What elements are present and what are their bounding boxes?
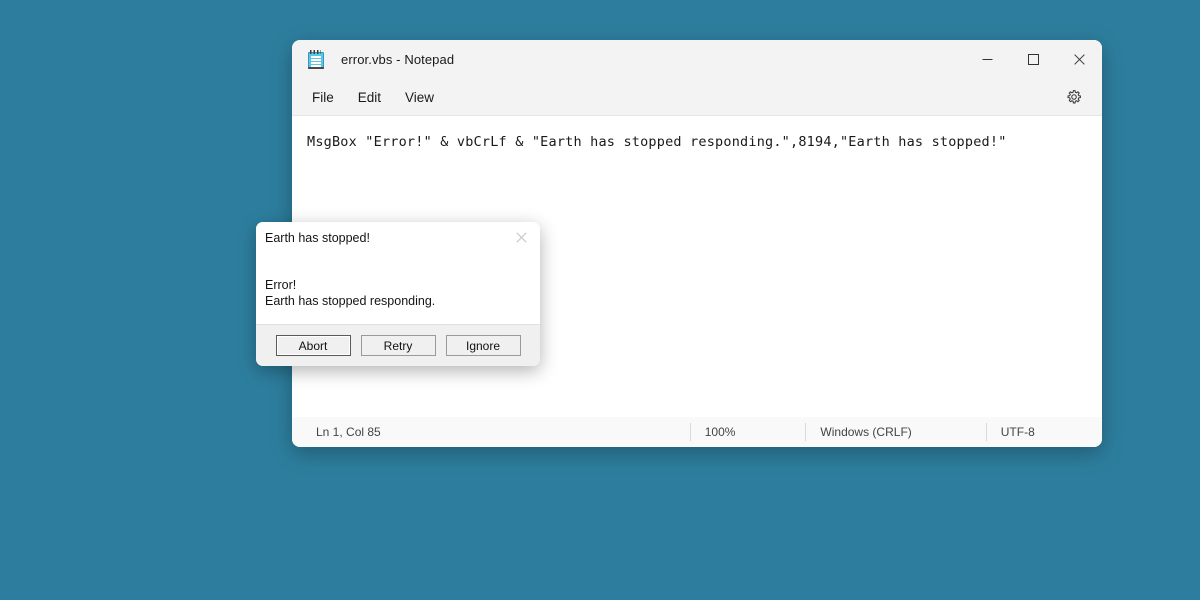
editor-content: MsgBox "Error!" & vbCrLf & "Earth has st… [307, 134, 1007, 150]
abort-button[interactable]: Abort [275, 335, 351, 356]
maximize-icon [1027, 54, 1039, 65]
message-dialog: Earth has stopped! Error! Earth has stop… [256, 222, 540, 366]
menu-item-edit[interactable]: Edit [348, 86, 391, 109]
notepad-icon [308, 50, 325, 69]
status-line-endings[interactable]: Windows (CRLF) [805, 423, 925, 441]
menu-bar: File Edit View [292, 79, 1102, 116]
dialog-message-line-2: Earth has stopped responding. [265, 294, 436, 308]
dialog-titlebar[interactable]: Earth has stopped! [256, 222, 540, 255]
dialog-body: Error! Earth has stopped responding. [256, 255, 540, 324]
maximize-button[interactable] [1010, 40, 1056, 79]
menu-item-view[interactable]: View [395, 86, 444, 109]
status-bar: Ln 1, Col 85 100% Windows (CRLF) UTF-8 [292, 417, 1102, 447]
dialog-message-line-1: Error! [265, 278, 297, 292]
window-title: error.vbs - Notepad [341, 52, 455, 67]
dialog-title: Earth has stopped! [265, 231, 370, 245]
ignore-button[interactable]: Ignore [445, 335, 521, 356]
settings-button[interactable] [1060, 83, 1088, 111]
close-icon [515, 231, 527, 243]
retry-button[interactable]: Retry [360, 335, 436, 356]
status-zoom-level[interactable]: 100% [689, 423, 750, 441]
status-encoding[interactable]: UTF-8 [985, 423, 1049, 441]
minimize-icon [982, 59, 992, 60]
status-cursor-position: Ln 1, Col 85 [316, 425, 381, 439]
dialog-close-button[interactable] [502, 222, 540, 252]
close-icon [1073, 54, 1085, 65]
window-titlebar[interactable]: error.vbs - Notepad [292, 40, 1102, 79]
dialog-button-bar: Abort Retry Ignore [256, 324, 540, 366]
menu-item-file[interactable]: File [302, 86, 344, 109]
window-controls [964, 40, 1102, 79]
close-button[interactable] [1056, 40, 1102, 79]
minimize-button[interactable] [964, 40, 1010, 79]
gear-icon [1067, 90, 1081, 104]
